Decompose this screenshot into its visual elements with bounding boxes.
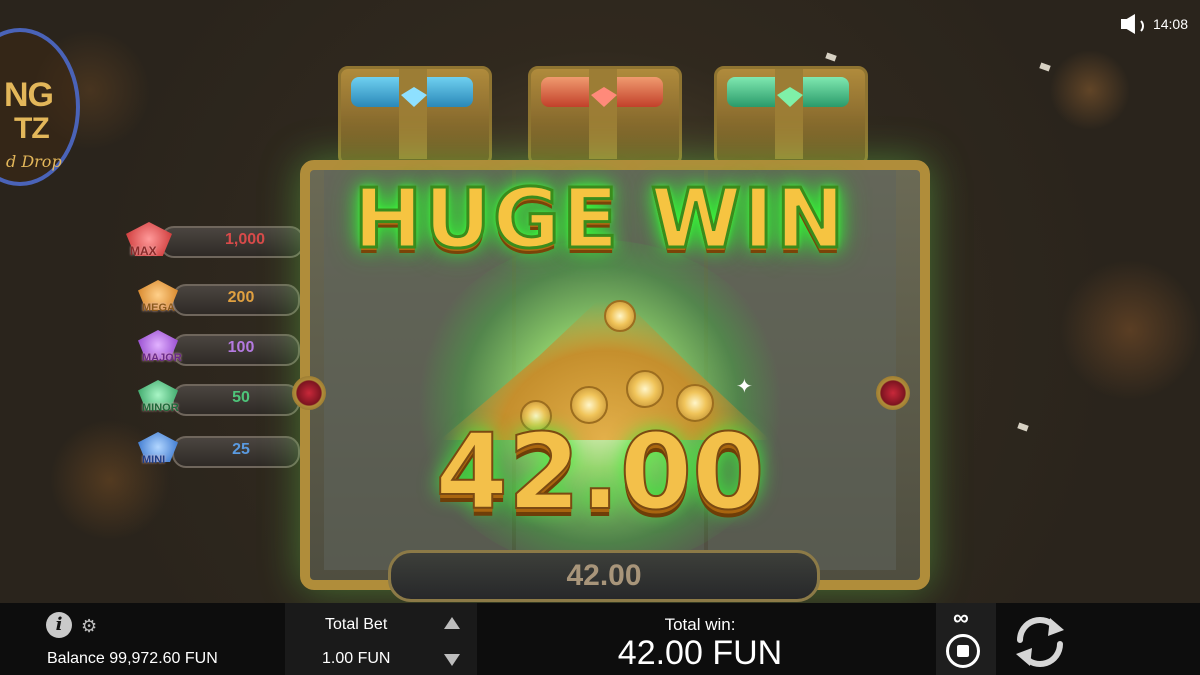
right-reel-pin-icon xyxy=(876,376,910,410)
coin-icon xyxy=(604,300,636,332)
confetti-piece xyxy=(1017,422,1029,432)
game-logo: NG TZ d Drop xyxy=(0,28,80,186)
game-stage: NG TZ d Drop MAX 1,000 MEGA 200 MAJOR 10… xyxy=(0,0,1200,603)
coin-icon xyxy=(626,370,664,408)
gear-icon[interactable]: ⚙ xyxy=(81,617,99,635)
spin-button[interactable] xyxy=(1008,610,1072,674)
infinity-icon: ∞ xyxy=(953,605,969,630)
jackpot-value: 200 xyxy=(227,289,255,306)
win-strip: 42.00 xyxy=(388,550,820,602)
sparkle-icon: ✦ xyxy=(736,376,753,398)
jackpot-minor: MINOR 50 xyxy=(138,380,300,416)
treasure-chests xyxy=(338,66,868,166)
confetti-piece xyxy=(825,52,837,62)
jackpot-label: MEGA xyxy=(142,302,175,314)
win-amount: 42.00 xyxy=(435,411,766,533)
jackpot-label: MINI xyxy=(142,454,166,466)
jackpot-value: 50 xyxy=(232,389,250,406)
total-win-value: 42.00 FUN xyxy=(617,634,783,672)
autoplay-stop-icon[interactable] xyxy=(946,634,980,668)
chest-green xyxy=(714,66,868,166)
jackpot-label: MAX xyxy=(130,244,157,258)
total-bet-value: 1.00 FUN xyxy=(322,650,391,667)
clock: 14:08 xyxy=(1152,16,1188,32)
jackpot-value: 100 xyxy=(227,339,255,356)
chest-red xyxy=(528,66,682,166)
jackpot-label: MAJOR xyxy=(142,352,182,364)
chest-strap xyxy=(775,69,803,159)
chest-strap xyxy=(589,69,617,159)
logo-line-3: d Drop xyxy=(6,152,62,171)
speaker-icon[interactable] xyxy=(1119,13,1144,35)
chest-strap xyxy=(399,69,427,159)
jackpot-mega: MEGA 200 xyxy=(138,280,300,316)
left-reel-pin-icon xyxy=(292,376,326,410)
total-bet-label: Total Bet xyxy=(325,616,388,633)
logo-line-1: NG xyxy=(4,76,54,114)
jackpot-mini: MINI 25 xyxy=(138,432,300,468)
jackpot-label: MINOR xyxy=(142,402,179,414)
logo-line-2: TZ xyxy=(14,112,50,145)
status-area: 14:08 xyxy=(1119,12,1188,36)
jackpot-max: MAX 1,000 xyxy=(126,222,304,258)
chest-blue xyxy=(338,66,492,166)
huge-win-title: HUGE WIN xyxy=(352,171,847,269)
info-icon[interactable]: i xyxy=(46,612,72,638)
jackpot-major: MAJOR 100 xyxy=(138,330,300,366)
jackpot-value: 1,000 xyxy=(224,231,266,248)
balance-display: Balance 99,972.60 FUN xyxy=(47,650,218,667)
confetti-piece xyxy=(1039,62,1051,72)
total-win-label: Total win: xyxy=(664,615,736,634)
jackpot-value: 25 xyxy=(232,441,250,458)
